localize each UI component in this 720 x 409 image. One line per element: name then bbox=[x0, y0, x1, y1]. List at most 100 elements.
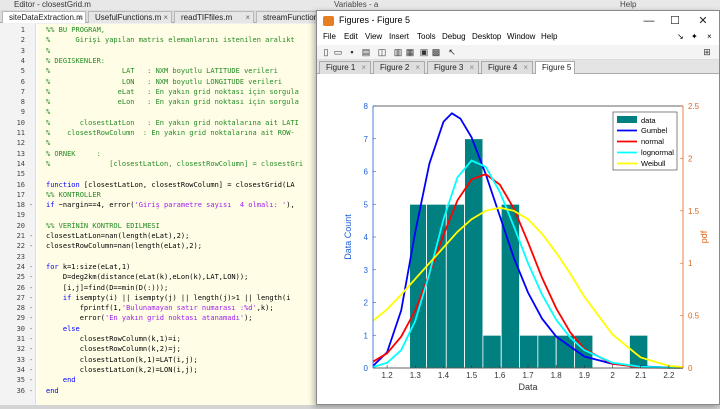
breakpoint-dash[interactable]: - bbox=[29, 345, 33, 353]
maximize-button[interactable]: ☐ bbox=[663, 13, 687, 29]
plot-area[interactable]: 1.2 1.3 1.4 1.5 1.6 1.7 1.8 1.9 2 2.1 2.2 0 1 2 3 4 5 6 7 8… bbox=[317, 74, 719, 404]
line-number: 4 bbox=[20, 56, 25, 65]
line-number: 9 bbox=[20, 108, 25, 117]
matlab-figure-icon bbox=[323, 16, 334, 26]
line-number: 23 bbox=[16, 252, 25, 261]
code-line: % eLat : En yakın grid noktası için sorg… bbox=[46, 87, 299, 96]
line-number: 20 bbox=[16, 221, 25, 230]
y-right-tick-label: 1 bbox=[688, 259, 693, 268]
tab-figure-5[interactable]: Figure 5 bbox=[535, 61, 575, 75]
line-number: 6 bbox=[20, 77, 25, 86]
close-icon[interactable]: × bbox=[361, 63, 366, 72]
tab-figure-3[interactable]: Figure 3 × bbox=[427, 61, 479, 74]
line-number: 19 bbox=[16, 211, 25, 220]
variables-title: Variables - a bbox=[320, 0, 460, 10]
code-line: % DEGISKENLER: bbox=[46, 56, 106, 65]
new-figure-icon[interactable]: ▯ bbox=[321, 47, 331, 57]
code-line: % eLon : En yakın grid noktası için sorg… bbox=[46, 98, 299, 107]
minimize-button[interactable]: — bbox=[637, 13, 661, 29]
breakpoint-dash[interactable]: - bbox=[29, 314, 33, 322]
breakpoint-dash[interactable]: - bbox=[29, 263, 33, 271]
code-line: % ORNEK : bbox=[46, 149, 101, 158]
legend-label-normal: normal bbox=[641, 137, 664, 146]
code-line: fprintf(1,'Bulunamayan satır numarası :%… bbox=[46, 304, 274, 313]
menu-file[interactable]: File bbox=[323, 32, 336, 41]
panel-layout-icon[interactable]: ⊞ bbox=[702, 47, 712, 57]
menu-insert[interactable]: Insert bbox=[389, 32, 409, 41]
editor-tab-sitedataextraction[interactable]: siteDataExtraction.m × bbox=[2, 11, 86, 23]
close-icon[interactable]: × bbox=[77, 12, 82, 23]
y-left-tick-label: 1 bbox=[364, 331, 369, 340]
tab-figure-4[interactable]: Figure 4 × bbox=[481, 61, 533, 74]
breakpoint-dash[interactable]: - bbox=[29, 304, 33, 312]
y-right-axis-label: pdf bbox=[699, 230, 709, 243]
menu-tools[interactable]: Tools bbox=[417, 32, 436, 41]
menu-window[interactable]: Window bbox=[507, 32, 535, 41]
code-line: if ~nargin==4, error('Giriş parametre sa… bbox=[46, 201, 295, 210]
breakpoint-dash[interactable]: - bbox=[29, 356, 33, 364]
menu-debug[interactable]: Debug bbox=[442, 32, 466, 41]
line-number: 33 bbox=[16, 355, 25, 364]
menu-desktop[interactable]: Desktop bbox=[472, 32, 501, 41]
close-button[interactable]: ✕ bbox=[691, 13, 715, 29]
insert-legend-icon[interactable]: ▦ bbox=[405, 47, 415, 57]
close-icon[interactable]: × bbox=[707, 32, 712, 41]
legend-label-data: data bbox=[641, 116, 656, 125]
y-left-tick-label: 8 bbox=[364, 102, 369, 111]
pin-icon[interactable]: ✦ bbox=[691, 32, 698, 41]
code-line: % bbox=[46, 108, 51, 117]
code-line: % Girişi yapılan matris elemanlarını ist… bbox=[46, 36, 295, 45]
breakpoint-dash[interactable]: - bbox=[29, 335, 33, 343]
legend-label-weibull: Weibull bbox=[641, 159, 666, 168]
dock-arrow-icon[interactable]: ↘ bbox=[677, 32, 684, 41]
editor-tab-streamfunction2[interactable]: streamFunction2.m bbox=[256, 11, 318, 23]
line-number: 18 bbox=[16, 201, 25, 210]
save-icon[interactable]: ▪ bbox=[347, 47, 357, 57]
breakpoint-dash[interactable]: - bbox=[29, 284, 33, 292]
y-right-tick-label: 2.5 bbox=[688, 102, 700, 111]
figure-window: Figures - Figure 5 — ☐ ✕ File Edit View … bbox=[316, 10, 720, 405]
legend-swatch-data bbox=[617, 116, 637, 123]
breakpoint-dash[interactable]: - bbox=[29, 366, 33, 374]
breakpoint-dash[interactable]: - bbox=[29, 376, 33, 384]
close-icon[interactable]: × bbox=[163, 12, 168, 23]
code-line: closestRowColumn=nan(length(eLat),2); bbox=[46, 242, 202, 251]
menu-view[interactable]: View bbox=[365, 32, 382, 41]
breakpoint-dash[interactable]: - bbox=[29, 294, 33, 302]
editor-tab-readtiffiles[interactable]: readTIFfiles.m × bbox=[174, 11, 254, 23]
close-icon[interactable]: × bbox=[523, 63, 528, 72]
breakpoint-dash[interactable]: - bbox=[29, 273, 33, 281]
close-icon[interactable]: × bbox=[415, 63, 420, 72]
menu-edit[interactable]: Edit bbox=[344, 32, 358, 41]
histogram-bar bbox=[426, 203, 447, 369]
code-line: error('En yakın grid noktası atanamadı')… bbox=[46, 314, 253, 323]
code-editor[interactable]: 1 2 3 4 5 6 7 8 9 10 11 12 13 14 15 16 17 18-19 20 21-22-23… bbox=[0, 24, 320, 405]
print-icon[interactable]: ▤ bbox=[361, 47, 371, 57]
code-line: closestRowColumn(k,1)=i; bbox=[46, 335, 181, 343]
breakpoint-dash[interactable]: - bbox=[29, 201, 33, 209]
editor-tab-label: UsefulFunctions.m bbox=[95, 13, 162, 22]
line-number: 27 bbox=[16, 293, 25, 302]
x-axis-label: Data bbox=[518, 382, 537, 392]
edit-plot-pointer-icon[interactable]: ↖ bbox=[447, 47, 457, 57]
hide-plot-tools-icon[interactable]: ▣ bbox=[419, 47, 429, 57]
breakpoint-dash[interactable]: - bbox=[29, 242, 33, 250]
insert-colorbar-icon[interactable]: ▥ bbox=[393, 47, 403, 57]
breakpoint-dash[interactable]: - bbox=[29, 387, 33, 395]
link-plot-icon[interactable]: ◫ bbox=[377, 47, 387, 57]
tab-figure-1[interactable]: Figure 1 × bbox=[319, 61, 371, 74]
x-tick-label: 1.7 bbox=[522, 371, 534, 380]
close-icon[interactable]: × bbox=[469, 63, 474, 72]
histogram-chart[interactable]: 1.2 1.3 1.4 1.5 1.6 1.7 1.8 1.9 2 2.1 2.2 0 1 2 3 4 5 6 7 8… bbox=[317, 74, 719, 404]
code-line: if isempty(i) || isempty(j) || length(j)… bbox=[62, 293, 291, 302]
breakpoint-dash[interactable]: - bbox=[29, 232, 33, 240]
tab-figure-2[interactable]: Figure 2 × bbox=[373, 61, 425, 74]
code-line: closestRowColumn(k,2)=j; bbox=[46, 345, 181, 354]
x-tick-label: 1.8 bbox=[551, 371, 563, 380]
menu-help[interactable]: Help bbox=[541, 32, 557, 41]
editor-tab-usefulfunctions[interactable]: UsefulFunctions.m × bbox=[88, 11, 172, 23]
breakpoint-dash[interactable]: - bbox=[29, 325, 33, 333]
close-icon[interactable]: × bbox=[245, 12, 250, 23]
open-file-icon[interactable]: ▭ bbox=[333, 47, 343, 57]
show-plot-tools-icon[interactable]: ▩ bbox=[431, 47, 441, 57]
